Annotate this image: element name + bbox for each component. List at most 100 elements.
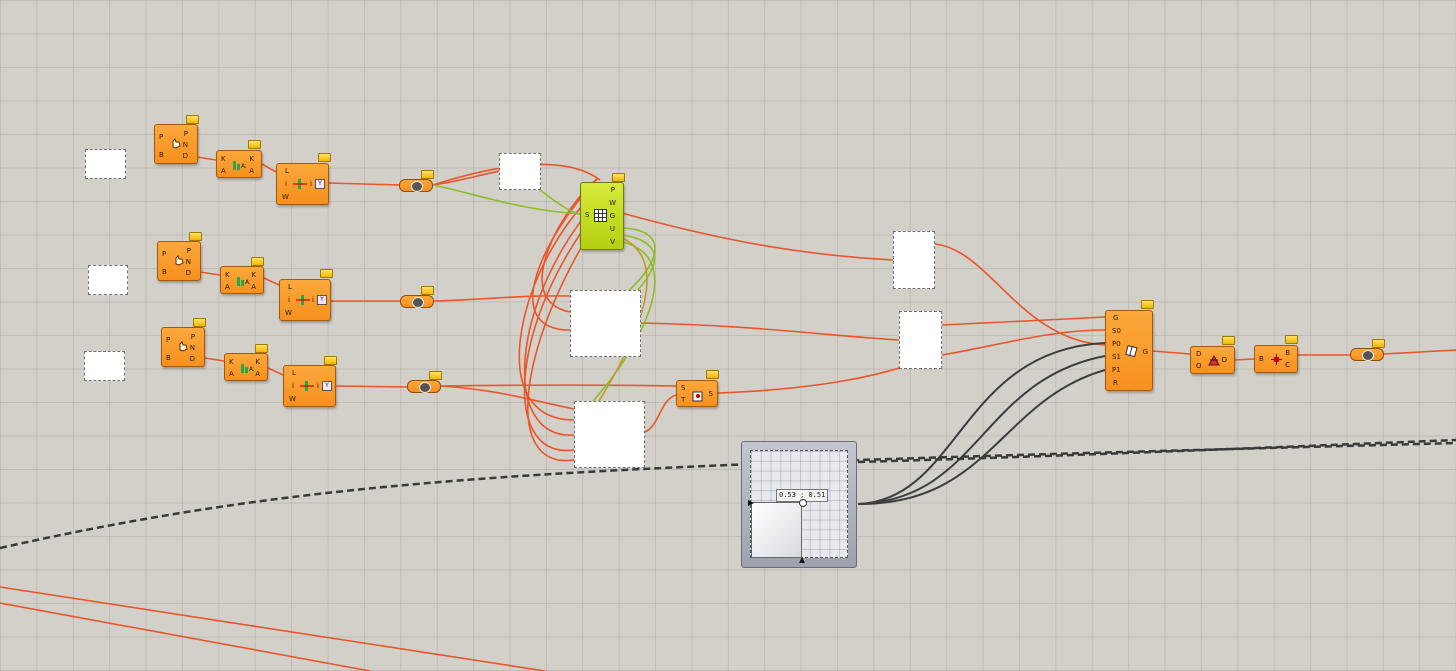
out-pin[interactable]: A bbox=[251, 283, 256, 291]
point-component-1[interactable]: P B P N D bbox=[154, 124, 198, 164]
panel-2[interactable] bbox=[88, 265, 128, 295]
in-pin[interactable]: P bbox=[166, 336, 170, 344]
graph-mapper-component[interactable]: G S0 P0 S1 P1 R G bbox=[1105, 310, 1153, 391]
out-pin[interactable]: i bbox=[310, 180, 312, 188]
in-pin[interactable]: W bbox=[289, 395, 296, 403]
md-slider[interactable]: 0.53 ; 0.51 bbox=[741, 441, 857, 568]
in-pin[interactable]: B bbox=[159, 151, 164, 159]
out-pin[interactable]: A bbox=[255, 370, 260, 378]
k-component-2[interactable]: K A K A Az bbox=[220, 266, 264, 294]
panel-top-mid[interactable] bbox=[499, 153, 541, 190]
out-pin[interactable]: S bbox=[709, 390, 713, 398]
in-pin[interactable]: B bbox=[1259, 355, 1264, 363]
preview-flag[interactable] bbox=[1222, 336, 1235, 345]
point-component-3[interactable]: P B P N D bbox=[161, 327, 205, 367]
out-pin[interactable]: V bbox=[610, 238, 615, 246]
in-pin[interactable]: S1 bbox=[1112, 353, 1121, 361]
geometry-param-1[interactable] bbox=[399, 179, 433, 192]
panel-1[interactable] bbox=[85, 149, 126, 179]
preview-flag[interactable] bbox=[1372, 339, 1385, 348]
in-pin[interactable]: S bbox=[585, 211, 589, 219]
out-pin[interactable]: G bbox=[1143, 348, 1148, 356]
panel-center-1[interactable] bbox=[570, 290, 641, 357]
panel-right-2[interactable] bbox=[899, 311, 942, 369]
geometry-param-3[interactable] bbox=[407, 380, 441, 393]
list-item-component-1[interactable]: L i W i Y bbox=[276, 163, 329, 205]
in-pin[interactable]: W bbox=[282, 193, 289, 201]
out-pin[interactable]: P bbox=[187, 247, 191, 255]
preview-flag[interactable] bbox=[324, 356, 337, 365]
out-pin[interactable]: i bbox=[312, 296, 314, 304]
out-pin[interactable]: P bbox=[191, 333, 195, 341]
in-pin[interactable]: K bbox=[229, 358, 234, 366]
in-pin[interactable]: P1 bbox=[1112, 366, 1121, 374]
in-pin[interactable]: O bbox=[1196, 362, 1202, 370]
in-pin[interactable]: A bbox=[221, 167, 226, 175]
preview-flag[interactable] bbox=[1285, 335, 1298, 344]
in-pin[interactable]: B bbox=[166, 354, 171, 362]
out-pin[interactable]: P bbox=[611, 186, 615, 194]
in-pin[interactable]: P0 bbox=[1112, 340, 1121, 348]
preview-flag[interactable] bbox=[189, 232, 202, 241]
in-pin[interactable]: P bbox=[159, 133, 163, 141]
k-component-1[interactable]: K A K A Az bbox=[216, 150, 262, 178]
out-pin[interactable]: D bbox=[186, 269, 191, 277]
out-pin[interactable]: D bbox=[190, 355, 195, 363]
preview-flag[interactable] bbox=[248, 140, 261, 149]
preview-flag[interactable] bbox=[612, 173, 625, 182]
in-pin[interactable]: i bbox=[292, 382, 294, 390]
in-pin[interactable]: i bbox=[285, 180, 287, 188]
out-pin[interactable]: K bbox=[251, 271, 256, 279]
in-pin[interactable]: A bbox=[225, 283, 230, 291]
in-pin[interactable]: T bbox=[681, 396, 685, 404]
in-pin[interactable]: K bbox=[221, 155, 226, 163]
preview-flag[interactable] bbox=[193, 318, 206, 327]
preview-flag[interactable] bbox=[320, 269, 333, 278]
point-component-2[interactable]: P B P N D bbox=[157, 241, 201, 281]
out-pin[interactable]: N bbox=[183, 141, 188, 149]
in-pin[interactable]: P bbox=[162, 250, 166, 258]
md-slider-handle[interactable] bbox=[799, 499, 807, 507]
out-pin[interactable]: P bbox=[184, 130, 188, 138]
out-pin[interactable]: G bbox=[610, 212, 615, 220]
in-pin[interactable]: L bbox=[285, 167, 289, 175]
preview-flag[interactable] bbox=[255, 344, 268, 353]
in-pin[interactable]: B bbox=[162, 268, 167, 276]
in-pin[interactable]: K bbox=[225, 271, 230, 279]
sampler-component[interactable]: S T S bbox=[676, 380, 718, 407]
preview-flag[interactable] bbox=[429, 371, 442, 380]
preview-flag[interactable] bbox=[186, 115, 199, 124]
preview-flag[interactable] bbox=[706, 370, 719, 379]
preview-flag[interactable] bbox=[251, 257, 264, 266]
k-component-3[interactable]: K A K A Az bbox=[224, 353, 268, 381]
in-pin[interactable]: S0 bbox=[1112, 327, 1121, 335]
panel-center-2[interactable] bbox=[574, 401, 645, 468]
out-pin[interactable]: K bbox=[249, 155, 254, 163]
list-item-component-3[interactable]: L i W i Y bbox=[283, 365, 336, 407]
preview-flag[interactable] bbox=[318, 153, 331, 162]
out-pin[interactable]: W bbox=[609, 199, 616, 207]
surface-grid-component[interactable]: S P W G U V bbox=[580, 182, 624, 250]
in-pin[interactable]: G bbox=[1113, 314, 1118, 322]
in-pin[interactable]: W bbox=[285, 309, 292, 317]
out-pin[interactable]: i bbox=[317, 382, 319, 390]
d-component[interactable]: D O D bbox=[1190, 346, 1235, 374]
panel-right-1[interactable] bbox=[893, 231, 935, 289]
b-component[interactable]: B B C bbox=[1254, 345, 1298, 373]
out-pin[interactable]: D bbox=[1222, 356, 1227, 364]
in-pin[interactable]: i bbox=[288, 296, 290, 304]
list-item-component-2[interactable]: L i W i Y bbox=[279, 279, 331, 321]
out-pin[interactable]: B bbox=[1285, 349, 1290, 357]
in-pin[interactable]: L bbox=[288, 283, 292, 291]
in-pin[interactable]: S bbox=[681, 384, 685, 392]
geometry-param-4[interactable] bbox=[1350, 348, 1384, 361]
out-pin[interactable]: N bbox=[186, 258, 191, 266]
panel-3[interactable] bbox=[84, 351, 125, 381]
preview-flag[interactable] bbox=[421, 170, 434, 179]
out-pin[interactable]: K bbox=[255, 358, 260, 366]
preview-flag[interactable] bbox=[421, 286, 434, 295]
out-pin[interactable]: U bbox=[610, 225, 615, 233]
out-pin[interactable]: C bbox=[1285, 361, 1290, 369]
out-pin[interactable]: D bbox=[183, 152, 188, 160]
in-pin[interactable]: A bbox=[229, 370, 234, 378]
